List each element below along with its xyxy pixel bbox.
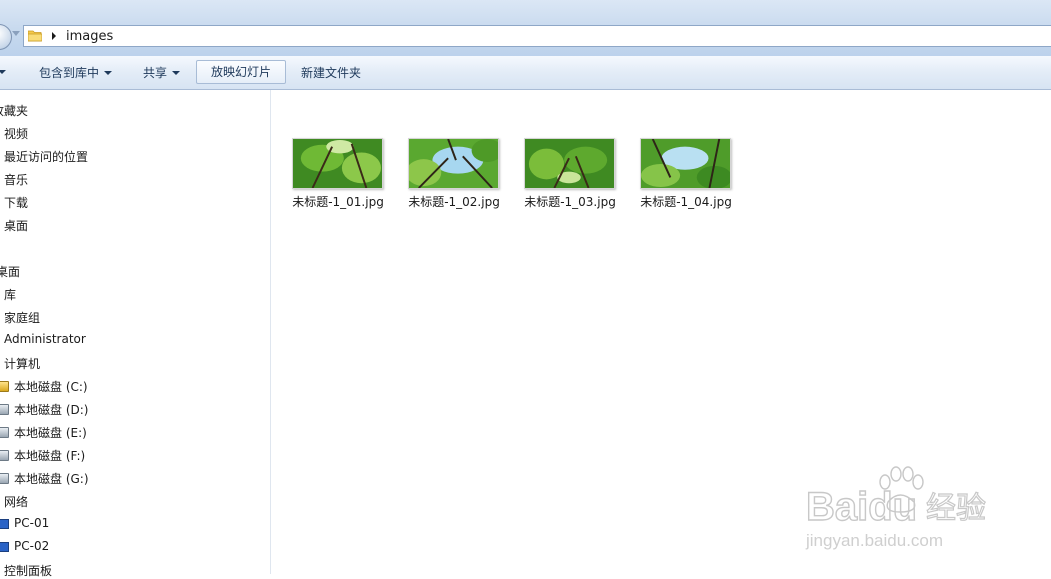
nav-item-drive-f[interactable]: 本地磁盘 (F:)	[14, 447, 85, 464]
include-in-library-button[interactable]: 包含到库中	[39, 64, 113, 81]
system-drive-icon	[0, 381, 9, 392]
chevron-down-icon	[104, 71, 113, 75]
image-thumbnail[interactable]	[524, 138, 615, 189]
history-dropdown-icon[interactable]	[12, 31, 20, 36]
drive-icon	[0, 450, 9, 461]
chevron-down-icon	[172, 71, 181, 75]
watermark-brand: Baidu	[806, 485, 917, 529]
navigation-pane: 收藏夹 视频 最近访问的位置 音乐 下载 桌面 桌面 库 家庭组 Adminis…	[0, 90, 271, 578]
image-thumbnail[interactable]	[408, 138, 499, 189]
back-button[interactable]	[0, 24, 12, 50]
breadcrumb-current[interactable]: images	[66, 29, 113, 44]
drive-icon	[0, 473, 9, 484]
drive-icon	[0, 427, 9, 438]
share-button[interactable]: 共享	[143, 64, 181, 81]
nav-item-music[interactable]: 音乐	[4, 171, 28, 188]
nav-item-drive-d[interactable]: 本地磁盘 (D:)	[14, 401, 88, 418]
watermark-jingyan: 经验	[926, 491, 986, 526]
include-in-library-label: 包含到库中	[39, 66, 100, 80]
file-name: 未标题-1_03.jpg	[524, 195, 616, 209]
nav-item-videos[interactable]: 视频	[4, 125, 28, 142]
nav-item-desktop[interactable]: 桌面	[0, 263, 20, 280]
breadcrumb-chevron-icon[interactable]	[52, 32, 56, 40]
nav-item-recent-places[interactable]: 最近访问的位置	[4, 148, 88, 165]
image-thumbnail[interactable]	[292, 138, 383, 189]
slideshow-button[interactable]: 放映幻灯片	[196, 60, 286, 84]
folder-icon	[28, 30, 42, 42]
title-bar: images	[0, 0, 1051, 56]
command-toolbar: 包含到库中 共享 放映幻灯片 新建文件夹	[0, 56, 1051, 90]
computer-icon	[0, 519, 9, 529]
watermark-url: jingyan.baidu.com	[805, 531, 943, 550]
nav-item-administrator[interactable]: Administrator	[4, 332, 86, 346]
file-name: 未标题-1_02.jpg	[408, 195, 500, 209]
new-folder-button[interactable]: 新建文件夹	[301, 64, 361, 81]
image-thumbnail[interactable]	[640, 138, 731, 189]
nav-item-libraries[interactable]: 库	[4, 286, 16, 303]
file-name: 未标题-1_04.jpg	[640, 195, 732, 209]
file-name: 未标题-1_01.jpg	[292, 195, 384, 209]
nav-item-desktop-favorite[interactable]: 桌面	[4, 217, 28, 234]
nav-item-network[interactable]: 网络	[4, 493, 28, 510]
share-label: 共享	[143, 66, 168, 80]
nav-item-pc-02[interactable]: PC-02	[14, 539, 49, 553]
nav-item-pc-01[interactable]: PC-01	[14, 516, 49, 530]
nav-item-control-panel[interactable]: 控制面板	[4, 562, 52, 579]
nav-item-downloads[interactable]: 下载	[4, 194, 28, 211]
drive-icon	[0, 404, 9, 415]
nav-item-drive-c[interactable]: 本地磁盘 (C:)	[14, 378, 88, 395]
nav-item-favorites[interactable]: 收藏夹	[0, 102, 28, 119]
nav-item-drive-g[interactable]: 本地磁盘 (G:)	[14, 470, 89, 487]
baidu-jingyan-watermark: Baidu 经验 jingyan.baidu.com	[805, 466, 987, 550]
nav-item-homegroup[interactable]: 家庭组	[4, 309, 40, 326]
computer-icon	[0, 542, 9, 552]
nav-item-computer[interactable]: 计算机	[4, 355, 40, 372]
nav-item-drive-e[interactable]: 本地磁盘 (E:)	[14, 424, 87, 441]
organize-dropdown-icon[interactable]	[0, 70, 6, 74]
address-bar[interactable]: images	[23, 25, 1051, 47]
